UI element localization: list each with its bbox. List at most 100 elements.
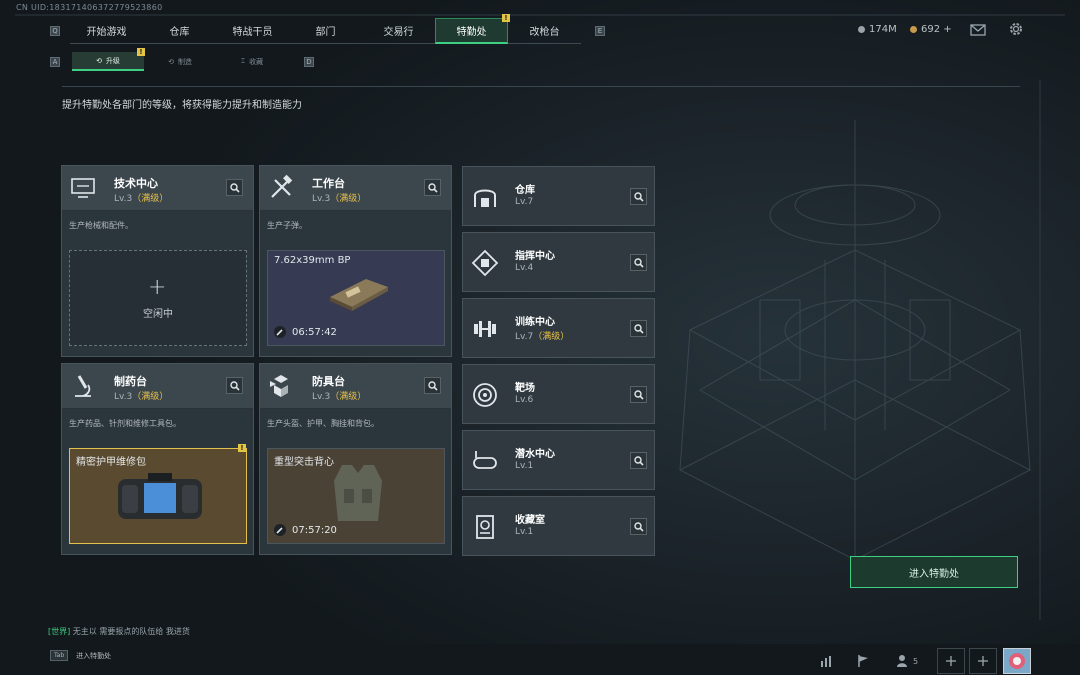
dept-collection-room[interactable]: 收藏室 Lv.1 bbox=[462, 496, 655, 556]
search-icon[interactable] bbox=[630, 452, 647, 469]
avatar[interactable] bbox=[1003, 648, 1031, 674]
armor-desc: 生产头盔、护甲、胸挂和背包。 bbox=[267, 419, 379, 428]
tab-shortcut[interactable]: Tab 进入特勤处 bbox=[50, 650, 111, 661]
add-slot-button[interactable] bbox=[969, 648, 997, 674]
dept-command[interactable]: 指挥中心 Lv.4 bbox=[462, 232, 655, 292]
item-name: 重型突击背心 bbox=[274, 457, 334, 468]
card-armor[interactable]: 防具台 Lv.3（满级） 生产头盔、护甲、胸挂和背包。 重型突击背心 07:57… bbox=[259, 363, 452, 555]
search-icon[interactable] bbox=[630, 254, 647, 271]
cubes-icon bbox=[270, 375, 288, 397]
search-icon[interactable] bbox=[424, 377, 441, 394]
search-icon[interactable] bbox=[226, 179, 243, 196]
vest-image bbox=[334, 465, 382, 521]
nav-right-key[interactable]: E bbox=[595, 26, 605, 36]
player-uid: CN UID:183171406372779523860 bbox=[16, 3, 163, 12]
craft-timer: 07:57:20 bbox=[274, 524, 337, 536]
dept-name: 仓库 bbox=[515, 185, 535, 196]
warehouse-icon bbox=[474, 189, 496, 207]
target-icon bbox=[473, 383, 497, 407]
dept-training[interactable]: 训练中心 Lv.7（满级） bbox=[462, 298, 655, 358]
chat-channel: [世界] bbox=[48, 627, 71, 636]
tech-center-level: Lv.3（满级） bbox=[114, 194, 169, 204]
pharmacy-level: Lv.3（满级） bbox=[114, 392, 169, 402]
search-icon[interactable] bbox=[226, 377, 243, 394]
search-icon[interactable] bbox=[630, 386, 647, 403]
add-icon bbox=[978, 656, 988, 666]
gold-coin-icon bbox=[910, 26, 917, 33]
dept-name: 收藏室 bbox=[515, 515, 545, 526]
armor-name: 防具台 bbox=[312, 375, 345, 388]
subtab-upgrade[interactable]: ⟲ 升级 bbox=[72, 52, 144, 71]
subtab-craft-label: 制造 bbox=[177, 57, 192, 66]
dept-level: Lv.4 bbox=[515, 263, 534, 273]
dept-diving[interactable]: 潜水中心 Lv.1 bbox=[462, 430, 655, 490]
tab-trading[interactable]: 交易行 bbox=[362, 18, 435, 44]
chat-line[interactable]: [世界] 无主以 需要报点的队伍给 我进货 bbox=[48, 626, 190, 637]
card-pharmacy[interactable]: 制药台 Lv.3（满级） 生产药品、针剂和维修工具包。 精密护甲维修包 ! bbox=[61, 363, 254, 555]
tab-special-ops[interactable]: 特勤处 bbox=[435, 18, 508, 44]
dept-warehouse[interactable]: 仓库 Lv.7 bbox=[462, 166, 655, 226]
pharmacy-name: 制药台 bbox=[114, 375, 147, 388]
currency-b[interactable]: 692 + bbox=[910, 24, 952, 35]
flag-icon[interactable] bbox=[849, 648, 877, 674]
search-icon[interactable] bbox=[630, 188, 647, 205]
pharmacy-slot[interactable]: 精密护甲维修包 bbox=[69, 448, 247, 544]
tab-operators[interactable]: 特战干员 bbox=[216, 18, 289, 44]
search-icon[interactable] bbox=[630, 320, 647, 337]
card-header: 工作台 Lv.3（满级） bbox=[260, 166, 451, 211]
dept-name: 潜水中心 bbox=[515, 449, 555, 460]
card-tech-center[interactable]: 技术中心 Lv.3（满级） 生产枪械和配件。 + 空闲中 bbox=[61, 165, 254, 357]
coin-icon bbox=[858, 26, 865, 33]
workbench-name: 工作台 bbox=[312, 177, 345, 190]
friends-count: 5 bbox=[912, 656, 919, 666]
tab-department[interactable]: 部门 bbox=[289, 18, 362, 44]
add-icon: + bbox=[148, 275, 167, 300]
wrench-icon bbox=[274, 524, 286, 536]
dept-range[interactable]: 靶场 Lv.6 bbox=[462, 364, 655, 424]
subtab-collection[interactable]: ⌶ 收藏 bbox=[216, 52, 288, 71]
tech-center-slot[interactable]: + 空闲中 bbox=[69, 250, 247, 346]
armor-slot[interactable]: 重型突击背心 07:57:20 bbox=[267, 448, 445, 544]
goggles-icon bbox=[473, 451, 497, 469]
workbench-level: Lv.3（满级） bbox=[312, 194, 367, 204]
pharmacy-desc: 生产药品、针剂和维修工具包。 bbox=[69, 419, 181, 428]
upgrade-icon: ⟲ bbox=[96, 56, 102, 65]
dept-level: Lv.1 bbox=[515, 461, 534, 471]
tools-icon bbox=[271, 174, 293, 198]
search-icon[interactable] bbox=[424, 179, 441, 196]
dept-name: 指挥中心 bbox=[515, 251, 555, 262]
add-slot-button[interactable] bbox=[937, 648, 965, 674]
item-name: 7.62x39mm BP bbox=[274, 255, 351, 266]
chat-message: 需要报点的队伍给 我进货 bbox=[99, 627, 190, 636]
dept-level: Lv.7（满级） bbox=[515, 332, 570, 342]
wrench-icon bbox=[274, 326, 286, 338]
stats-icon[interactable] bbox=[813, 648, 841, 674]
sub-tabs: ⟲ 升级 ⟲ 制造 ⌶ 收藏 bbox=[72, 52, 288, 71]
dept-name: 靶场 bbox=[515, 383, 535, 394]
tech-center-desc: 生产枪械和配件。 bbox=[69, 221, 133, 230]
currency-b-value: 692 + bbox=[921, 24, 952, 35]
card-workbench[interactable]: 工作台 Lv.3（满级） 生产子弹。 7.62x39mm BP 06:57:42 bbox=[259, 165, 452, 357]
nav-left-key[interactable]: Q bbox=[50, 26, 60, 36]
currency-a-value: 174M bbox=[869, 24, 897, 35]
friends-icon bbox=[896, 655, 907, 667]
subtab-craft[interactable]: ⟲ 制造 bbox=[144, 52, 216, 71]
add-icon bbox=[946, 656, 956, 666]
tab-gunsmith[interactable]: 改枪台 bbox=[508, 18, 581, 44]
mail-icon[interactable] bbox=[970, 22, 986, 36]
tab-key: Tab bbox=[50, 650, 69, 661]
search-icon[interactable] bbox=[630, 518, 647, 535]
subtab-left-key[interactable]: A bbox=[50, 57, 60, 67]
subtab-right-key[interactable]: D bbox=[304, 57, 314, 67]
repair-kit-image bbox=[118, 473, 202, 519]
workbench-slot[interactable]: 7.62x39mm BP 06:57:42 bbox=[267, 250, 445, 346]
enter-special-ops-button[interactable]: 进入特勤处 bbox=[850, 556, 1018, 588]
chat-user: 无主以 bbox=[72, 627, 97, 636]
tab-warehouse[interactable]: 仓库 bbox=[143, 18, 216, 44]
craft-icon: ⟲ bbox=[168, 57, 174, 66]
special-ops-badge: ! bbox=[502, 14, 510, 22]
tab-start-game[interactable]: 开始游戏 bbox=[70, 18, 143, 44]
item-name: 精密护甲维修包 bbox=[76, 457, 146, 468]
friends-button[interactable]: 5 bbox=[890, 648, 924, 674]
settings-icon[interactable] bbox=[1008, 21, 1024, 37]
